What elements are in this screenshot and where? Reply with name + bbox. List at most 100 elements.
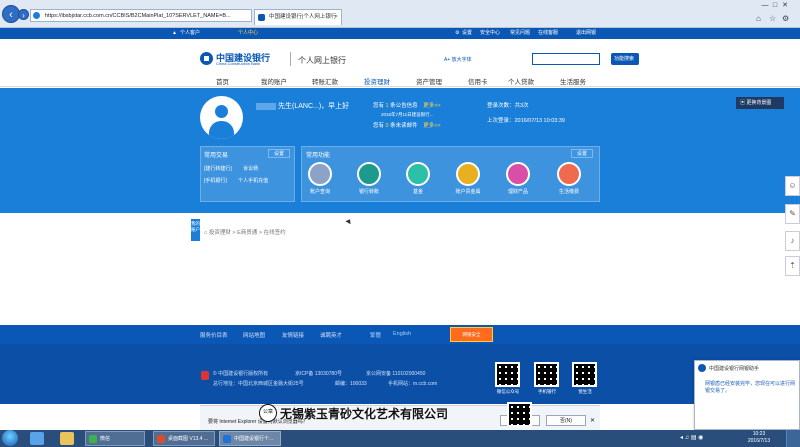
notice-detail[interactable]: 2016年7月11日建设银行...	[381, 112, 433, 118]
side-tab-my-account[interactable]: 我的账户	[191, 219, 200, 241]
police-record[interactable]: 京公网安备 110102000450	[366, 370, 425, 377]
func-label: 理财产品	[507, 189, 528, 195]
notice-more-link[interactable]: 更多>>	[423, 103, 440, 109]
search-button[interactable]: 功能搜索	[611, 53, 639, 65]
footer-link-careers[interactable]: 诚聘英才	[320, 331, 342, 339]
ie-taskbar-icon[interactable]	[30, 432, 44, 445]
common-transactions-title: 常用交易	[204, 153, 229, 159]
person-icon: ☺	[788, 181, 797, 190]
right-tool-edit[interactable]: ✎	[785, 204, 800, 224]
footer-link-sitemap[interactable]: 网站地图	[243, 331, 265, 339]
show-desktop-button[interactable]	[786, 430, 800, 447]
start-button-icon[interactable]	[2, 430, 18, 446]
topbar-link-service[interactable]: 在线客服	[538, 28, 558, 39]
lang-traditional-link[interactable]: 繁體	[370, 331, 381, 339]
func-life-payment[interactable]: 生活缴费	[552, 162, 586, 195]
icp-number[interactable]: 京ICP备 13030780号	[295, 370, 342, 377]
forward-arrow-icon[interactable]: ›	[18, 9, 29, 20]
right-tool-customer[interactable]: ☺	[785, 176, 800, 196]
common-functions-setting-button[interactable]: 设置	[571, 149, 593, 158]
enlarge-font-button[interactable]: A+ 放大字体	[444, 56, 472, 63]
tx-row-2[interactable]: [手机银行] 个人手机充值	[204, 177, 268, 184]
func-precious-metal[interactable]: 账户贵金属	[451, 162, 485, 195]
avatar[interactable]	[200, 96, 243, 139]
screenshot-icon	[157, 435, 165, 443]
mobile-site[interactable]: 手机网站：m.ccb.com	[388, 380, 437, 387]
func-fund[interactable]: 基金	[401, 162, 435, 195]
tab-label: 中国建设银行|个人网上银行	[269, 14, 337, 20]
qr-mobile-bank	[534, 362, 559, 387]
back-to-top-icon: ⇡	[789, 261, 796, 270]
nav-item-investment[interactable]: 投资理财	[364, 76, 390, 86]
task-screenshot[interactable]: 桌面截图 V13.4 ...	[153, 431, 215, 446]
func-label: 银行转账	[358, 189, 379, 195]
home-icon[interactable]: ⌂	[756, 14, 761, 23]
notice-suffix: 条公告信息	[390, 103, 418, 109]
footer-link-friends[interactable]: 友情链接	[282, 331, 304, 339]
tx-row-1-target: 诉讼杨	[243, 166, 259, 172]
edit-icon: ✎	[789, 209, 796, 218]
mail-prefix: 您有	[373, 123, 385, 129]
new-tab-button[interactable]	[344, 9, 358, 25]
nav-item-home[interactable]: 首页	[216, 76, 229, 86]
address-bar[interactable]: https://ibsbjstar.ccb.com.cn/CCBIS/B2CMa…	[30, 9, 252, 22]
popup-body[interactable]: 网银盾已经安装完毕，您现在可以进行网银交易了。	[705, 381, 797, 395]
maximize-icon[interactable]: □	[770, 2, 780, 9]
tray-icons[interactable]: ◂ ♫ ▤ ◉	[680, 434, 703, 441]
change-background-button[interactable]: ▣ 更换背景图	[736, 97, 784, 109]
footer: © 中国建设银行版权所有 京ICP备 13030780号 京公网安备 11010…	[0, 344, 800, 404]
tx-row-2-target: 个人手机充值	[238, 178, 269, 184]
task-wechat[interactable]: 微信	[85, 431, 145, 446]
func-wealth-products[interactable]: 理财产品	[501, 162, 535, 195]
minimize-icon[interactable]: —	[760, 2, 770, 9]
top-bar: ▲ 个人客户 个人中心 ⚙ 设置 安全中心 常见问题 在线客服 退出网银	[0, 28, 800, 39]
nav-item-loans[interactable]: 个人贷款	[508, 76, 534, 86]
nav-item-assets[interactable]: 资产管理	[416, 76, 442, 86]
folder-taskbar-icon[interactable]	[60, 432, 74, 445]
house-icon	[557, 162, 581, 186]
nav-item-life-services[interactable]: 生活服务	[560, 76, 586, 86]
tx-row-1[interactable]: [建行转建行] 诉讼杨	[204, 165, 258, 172]
nav-item-my-account[interactable]: 我的账户	[261, 76, 287, 86]
right-tool-reminder[interactable]: ♪	[785, 231, 800, 251]
settings-gear-icon[interactable]: ⚙	[782, 14, 789, 23]
user-icon: ▲	[172, 30, 177, 36]
qr-life-label: 悦生活	[578, 389, 592, 394]
avatar-head-icon	[215, 105, 228, 118]
qr-life	[572, 362, 597, 387]
qr-mobile-bank-label: 手机银行	[538, 389, 556, 394]
mail-line: 您有 0 条未读邮件 更多>>	[373, 121, 441, 129]
qr-overlay	[507, 402, 532, 427]
clock[interactable]: 10:23 2016/7/13	[744, 431, 774, 445]
close-window-icon[interactable]: ✕	[780, 1, 790, 9]
topbar-link-security[interactable]: 安全中心	[480, 28, 500, 39]
no-button[interactable]: 否(N)	[546, 415, 586, 426]
tab-ccb[interactable]: 中国建设银行|个人网上银行 ×	[254, 9, 342, 25]
mail-count[interactable]: 0	[386, 123, 389, 129]
footer-link-fees[interactable]: 服务价目表	[200, 331, 228, 339]
coins-icon	[406, 162, 430, 186]
nav-item-credit-card[interactable]: 信用卡	[468, 76, 488, 86]
notice-count[interactable]: 1	[386, 103, 389, 109]
common-functions-title: 常用功能	[306, 153, 331, 159]
helper-popup: 中国建设银行网银助手 网银盾已经安装完毕，您现在可以进行网银交易了。	[694, 360, 800, 430]
favorites-star-icon[interactable]: ☆	[769, 14, 776, 23]
right-tool-top[interactable]: ⇡	[785, 256, 800, 276]
func-account-query[interactable]: 账户查询	[303, 162, 337, 195]
mail-more-link[interactable]: 更多>>	[423, 123, 440, 129]
security-badge[interactable]: 网银安全	[450, 327, 493, 342]
topbar-link-settings[interactable]: 设置	[462, 28, 472, 39]
clock-date: 2016/7/13	[747, 438, 771, 444]
logout-link[interactable]: 退出网银	[576, 28, 596, 39]
search-input[interactable]	[532, 53, 600, 65]
close-bar-icon[interactable]: ✕	[590, 417, 595, 424]
lang-english-link[interactable]: English	[393, 331, 411, 337]
task-ccb-browser[interactable]: 中国建设银行个...	[219, 431, 281, 446]
func-bank-transfer[interactable]: 银行转账	[352, 162, 386, 195]
topbar-link-faq[interactable]: 常见问题	[510, 28, 530, 39]
personal-center-link[interactable]: 个人中心	[238, 28, 258, 39]
nav-item-transfer[interactable]: 转账汇款	[312, 76, 338, 86]
close-tab-icon[interactable]: ×	[335, 10, 338, 25]
magnifier-icon	[308, 162, 332, 186]
common-transactions-setting-button[interactable]: 设置	[268, 149, 290, 158]
